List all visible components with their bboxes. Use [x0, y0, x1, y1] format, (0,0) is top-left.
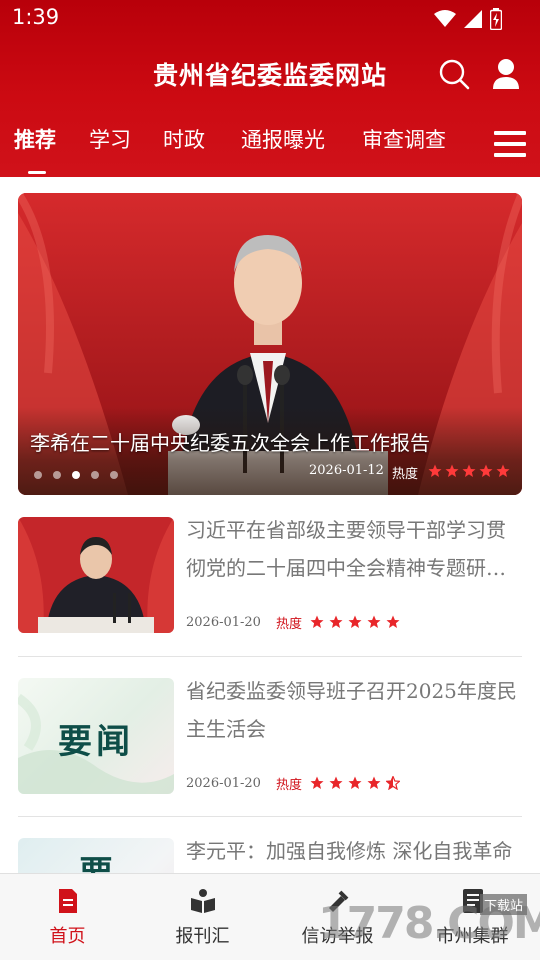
watermark-tag: 下载站: [480, 894, 528, 915]
status-time: 1:39: [12, 5, 60, 29]
tab-politics[interactable]: 时政: [163, 124, 205, 154]
nav-label: 首页: [49, 926, 86, 947]
tab-investigation[interactable]: 审查调查: [362, 124, 446, 154]
nav-publications[interactable]: 报刊汇: [135, 874, 270, 960]
tab-exposure[interactable]: 通报曝光: [241, 124, 325, 154]
user-button[interactable]: [491, 58, 521, 90]
category-tabs: 推荐 学习 时政 通报曝光 审查调查: [0, 124, 540, 164]
star-icon: [367, 615, 381, 628]
star-icon: [386, 615, 400, 628]
news-photo: [18, 517, 174, 633]
news-title: 李元平：加强自我修炼 深化自我革命: [186, 839, 513, 863]
tab-recommend[interactable]: 推荐: [14, 124, 56, 154]
search-icon: [439, 59, 470, 90]
star-icon: [310, 776, 324, 789]
star-icon: [462, 464, 476, 477]
star-icon: [479, 464, 493, 477]
featured-banner[interactable]: 李希在二十届中央纪委五次全会上作工作报告 2026-01-12 热度: [18, 193, 522, 495]
star-icon: [496, 464, 510, 477]
carousel-dot[interactable]: [34, 471, 42, 479]
banner-heat-label: 热度: [392, 467, 419, 482]
star-icon: [367, 776, 381, 789]
user-icon: [493, 59, 519, 89]
banner-title: 李希在二十届中央纪委五次全会上作工作报告: [30, 431, 430, 455]
app-header: 1:39 贵州省纪委监委网站 推荐 学习 时政 通报曝光 审查调查: [0, 0, 540, 177]
carousel-dots: [34, 471, 118, 479]
star-icon: [310, 615, 324, 628]
star-icon: [329, 776, 343, 789]
thumbnail-text: 要闻: [58, 722, 134, 762]
carousel-dot-active[interactable]: [72, 471, 80, 479]
news-item[interactable]: 要 李元平：加强自我修炼 深化自我革命: [18, 838, 522, 874]
status-bar: 1:39: [0, 0, 540, 36]
news-heat-stars: [310, 615, 400, 629]
half-star-icon: [386, 776, 400, 790]
news-thumbnail: 要闻: [18, 678, 174, 794]
banner-date: 2026-01-12: [309, 463, 384, 478]
carousel-dot[interactable]: [91, 471, 99, 479]
news-item[interactable]: 要闻 省纪委监委领导班子召开2025年度民主生活会 2026-01-20 热度: [18, 678, 522, 818]
document-icon: [59, 889, 77, 913]
book-icon: [191, 889, 215, 913]
news-item[interactable]: 习近平在省部级主要领导干部学习贯彻党的二十届四中全会精神专题研… 2026-01…: [18, 517, 522, 657]
carousel-dot[interactable]: [110, 471, 118, 479]
news-heat-label: 热度: [276, 617, 303, 632]
news-title: 习近平在省部级主要领导干部学习贯彻党的二十届四中全会精神专题研…: [186, 518, 506, 580]
news-heat-label: 热度: [276, 778, 303, 793]
news-date: 2026-01-20: [186, 615, 261, 630]
star-icon: [348, 615, 362, 628]
tab-indicator: [28, 171, 46, 174]
star-icon: [348, 776, 362, 789]
divider: [18, 656, 522, 657]
menu-icon: [494, 131, 526, 135]
news-thumbnail: [18, 517, 174, 633]
banner-heat-stars: [428, 464, 510, 478]
battery-icon: [490, 8, 502, 30]
star-icon: [329, 615, 343, 628]
status-icons: [434, 7, 502, 31]
thumbnail-text: 要: [79, 854, 113, 874]
watermark-logo: 1778.COM 下载站: [318, 888, 540, 960]
news-date: 2026-01-20: [186, 776, 261, 791]
news-title: 省纪委监委领导班子召开2025年度民主生活会: [186, 679, 517, 741]
menu-button[interactable]: [494, 131, 526, 157]
wifi-icon: [434, 10, 456, 27]
news-heat-stars: [310, 776, 400, 790]
news-thumbnail: 要: [18, 838, 174, 874]
divider: [18, 816, 522, 817]
carousel-dot[interactable]: [53, 471, 61, 479]
signal-icon: [464, 10, 482, 28]
tab-study[interactable]: 学习: [89, 124, 131, 154]
nav-label: 报刊汇: [175, 926, 230, 947]
nav-home[interactable]: 首页: [0, 874, 135, 960]
star-icon: [428, 464, 442, 477]
star-icon: [445, 464, 459, 477]
search-button[interactable]: [438, 58, 470, 90]
